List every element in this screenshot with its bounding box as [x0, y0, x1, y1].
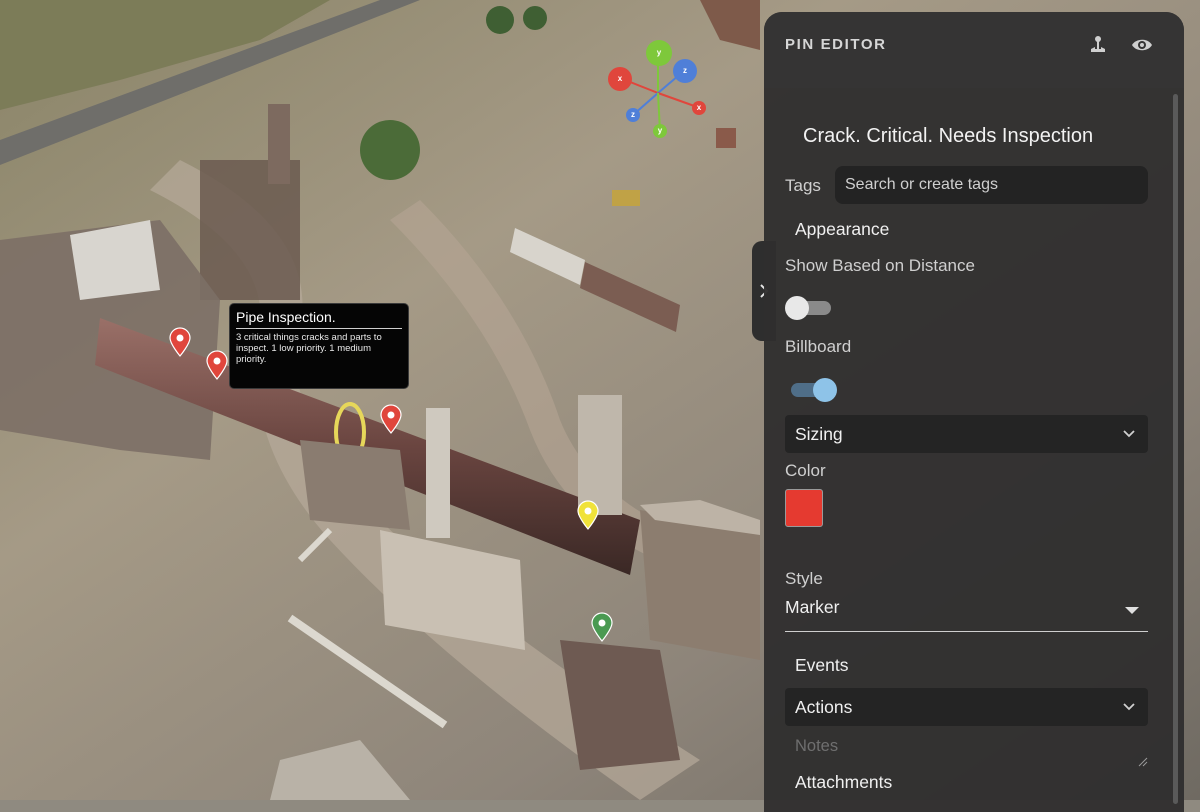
tags-search-input[interactable]: [835, 166, 1148, 204]
events-heading[interactable]: Events: [795, 655, 849, 676]
gizmo-neg-y-handle[interactable]: y: [653, 124, 667, 138]
map-pin-red[interactable]: [205, 350, 229, 380]
gizmo-label: z: [683, 66, 687, 75]
chevron-down-icon: [1123, 430, 1135, 438]
gizmo-neg-x-handle[interactable]: x: [692, 101, 706, 115]
color-swatch[interactable]: [785, 489, 823, 527]
caret-down-icon: [1125, 607, 1139, 614]
gizmo-label: y: [656, 48, 662, 57]
actions-label: Actions: [795, 697, 853, 717]
actions-dropdown[interactable]: Actions: [785, 688, 1148, 726]
toggle-knob: [813, 378, 837, 402]
gizmo-z-handle[interactable]: z: [673, 59, 697, 83]
show-distance-toggle[interactable]: [785, 296, 835, 320]
tooltip-body: 3 critical things cracks and parts to in…: [236, 332, 382, 365]
sizing-label: Sizing: [795, 424, 843, 444]
gizmo-y-handle[interactable]: y: [646, 40, 672, 66]
color-label: Color: [785, 461, 826, 480]
billboard-toggle[interactable]: [787, 378, 837, 402]
style-label: Style: [785, 569, 823, 588]
eye-icon[interactable]: [1131, 34, 1153, 56]
pin-name[interactable]: Crack. Critical. Needs Inspection: [803, 125, 1093, 148]
map-pin-green[interactable]: [590, 612, 614, 642]
chevron-down-icon: [1123, 703, 1135, 711]
appearance-heading[interactable]: Appearance: [795, 219, 889, 240]
panel-header: PIN EDITOR: [764, 12, 1184, 88]
billboard-label: Billboard: [785, 337, 852, 356]
gizmo-neg-z-handle[interactable]: z: [626, 108, 640, 122]
style-select[interactable]: Marker: [785, 597, 1148, 632]
gizmo-label: x: [696, 103, 702, 112]
tooltip-title: Pipe Inspection.: [236, 309, 402, 329]
show-distance-label: Show Based on Distance: [785, 256, 975, 275]
map-pin-red[interactable]: [168, 327, 192, 357]
gizmo-label: x: [617, 74, 623, 83]
sizing-dropdown[interactable]: Sizing: [785, 415, 1148, 453]
panel-title: PIN EDITOR: [785, 36, 887, 53]
panel-scrollbar[interactable]: [1173, 94, 1178, 804]
tags-label: Tags: [785, 176, 821, 195]
pin-editor-panel: PIN EDITOR Crack. Critical. Needs Inspec…: [764, 12, 1184, 812]
gizmo-label: z: [631, 110, 635, 119]
gizmo-x-handle[interactable]: x: [608, 67, 632, 91]
gizmo-label: y: [657, 126, 663, 135]
map-pin-yellow[interactable]: [576, 500, 600, 530]
notes-field[interactable]: [785, 732, 1148, 772]
style-value: Marker: [785, 597, 840, 617]
attachments-heading[interactable]: Attachments: [795, 772, 892, 793]
toggle-knob: [785, 296, 809, 320]
pin-tooltip: Pipe Inspection. 3 critical things crack…: [229, 303, 409, 389]
resize-grip-icon[interactable]: [1138, 757, 1148, 767]
transform-gizmo[interactable]: x y z x z y: [600, 38, 715, 138]
anchor-pin-icon[interactable]: [1087, 34, 1109, 56]
map-pin-red[interactable]: [379, 404, 403, 434]
